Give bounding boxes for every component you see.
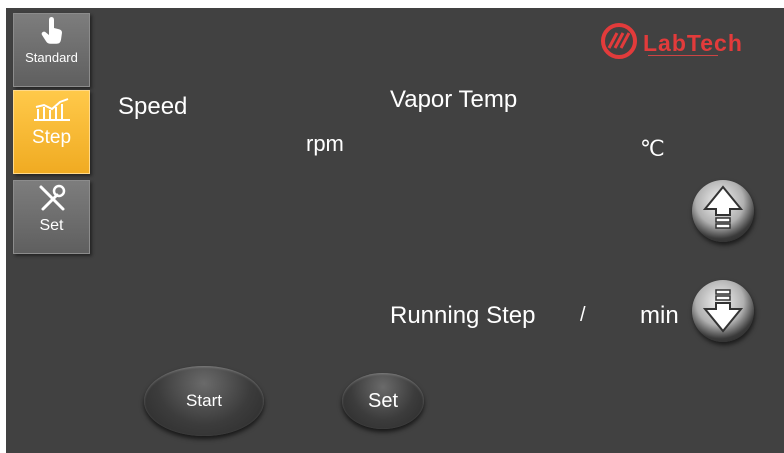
tools-icon [32, 181, 72, 215]
labtech-logo-icon [600, 22, 638, 64]
running-step-label: Running Step [390, 302, 536, 329]
controller-screen: Standard Step Set LabTech Speed rpm Vapo… [6, 8, 784, 453]
running-time-unit: min [640, 302, 679, 329]
brand-logo: LabTech [600, 22, 743, 64]
tab-step-label: Step [31, 127, 72, 148]
brand-name: LabTech [643, 29, 743, 56]
tab-step[interactable]: Step [13, 90, 90, 174]
speed-label: Speed [118, 93, 188, 120]
down-button[interactable] [692, 280, 754, 342]
set-button[interactable]: Set [342, 373, 424, 429]
hand-pointer-icon [32, 14, 72, 48]
tab-set-label: Set [39, 217, 64, 234]
running-step-separator: / [580, 304, 586, 326]
vapor-temp-label: Vapor Temp [390, 86, 518, 113]
arrow-up-icon [702, 185, 744, 237]
start-button[interactable]: Start [144, 366, 264, 436]
brand-underline [648, 55, 718, 56]
speed-unit: rpm [306, 131, 344, 156]
tab-standard[interactable]: Standard [13, 13, 90, 87]
vapor-temp-unit: ℃ [640, 136, 665, 161]
up-button[interactable] [692, 180, 754, 242]
arrow-down-icon [702, 285, 744, 337]
tab-standard-label: Standard [25, 50, 78, 65]
tab-set[interactable]: Set [13, 180, 90, 254]
step-chart-icon [32, 91, 72, 125]
